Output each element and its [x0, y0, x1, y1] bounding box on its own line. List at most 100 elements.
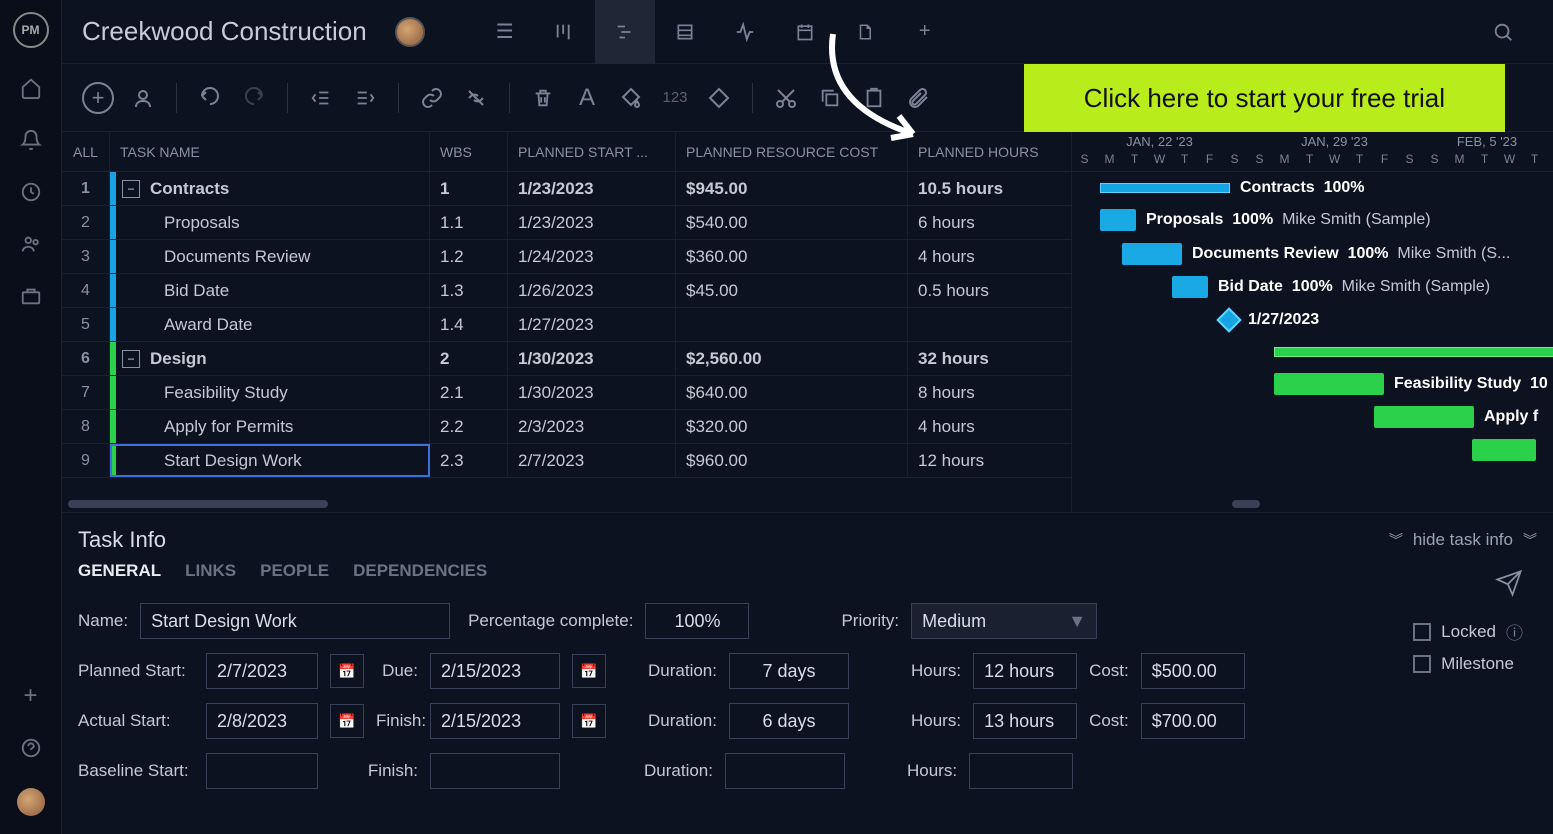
clock-icon[interactable]	[19, 180, 43, 204]
number-icon[interactable]: 123	[660, 83, 690, 113]
milestone-checkbox[interactable]: Milestone	[1413, 654, 1523, 674]
undo-icon[interactable]	[195, 83, 225, 113]
task-grid: ALL TASK NAME WBS PLANNED START ... PLAN…	[62, 132, 1072, 512]
gantt-bar[interactable]: Bid Date 100% Mike Smith (Sample)	[1172, 275, 1490, 299]
baseline-start-input[interactable]	[206, 753, 318, 789]
milestone-icon[interactable]	[704, 83, 734, 113]
add-view-icon[interactable]: +	[895, 0, 955, 64]
gantt-view-icon[interactable]	[595, 0, 655, 64]
file-view-icon[interactable]	[835, 0, 895, 64]
list-view-icon[interactable]: ☰	[475, 0, 535, 64]
grid-scrollbar[interactable]	[62, 496, 1071, 512]
attachment-icon[interactable]	[903, 83, 933, 113]
duration-planned-input[interactable]	[729, 653, 849, 689]
board-view-icon[interactable]	[535, 0, 595, 64]
tab-dependencies[interactable]: DEPENDENCIES	[353, 561, 487, 581]
fill-icon[interactable]	[616, 83, 646, 113]
tab-links[interactable]: LINKS	[185, 561, 236, 581]
gantt-scrollbar[interactable]	[1072, 496, 1553, 512]
table-row[interactable]: 3Documents Review1.21/24/2023$360.004 ho…	[62, 240, 1071, 274]
baseline-finish-input[interactable]	[430, 753, 560, 789]
help-icon[interactable]	[19, 736, 43, 760]
project-owner-avatar[interactable]	[395, 17, 425, 47]
table-row[interactable]: 1−Contracts11/23/2023$945.0010.5 hours	[62, 172, 1071, 206]
table-row[interactable]: 6−Design21/30/2023$2,560.0032 hours	[62, 342, 1071, 376]
gantt-bar[interactable]: Contracts 100%	[1100, 176, 1365, 200]
bell-icon[interactable]	[19, 128, 43, 152]
hours-actual-input[interactable]	[973, 703, 1077, 739]
people-icon[interactable]	[19, 232, 43, 256]
duration-actual-input[interactable]	[729, 703, 849, 739]
home-icon[interactable]	[19, 76, 43, 100]
calendar-icon[interactable]: 📅	[572, 654, 606, 688]
hide-task-info-button[interactable]: ︾ hide task info ︾	[1389, 530, 1537, 550]
user-avatar[interactable]	[17, 788, 45, 816]
finish-input[interactable]	[430, 703, 560, 739]
calendar-icon[interactable]: 📅	[330, 654, 364, 688]
link-icon[interactable]	[417, 83, 447, 113]
col-hours[interactable]: PLANNED HOURS	[908, 132, 1070, 171]
plus-icon[interactable]: +	[19, 684, 43, 708]
baseline-hours-input[interactable]	[969, 753, 1073, 789]
baseline-start-label: Baseline Start:	[78, 761, 194, 781]
locked-checkbox[interactable]: Locked ⓘ	[1413, 619, 1523, 644]
col-name[interactable]: TASK NAME	[110, 132, 430, 171]
actual-start-input[interactable]	[206, 703, 318, 739]
cost-actual-input[interactable]	[1141, 703, 1245, 739]
outdent-icon[interactable]	[306, 83, 336, 113]
cut-icon[interactable]	[771, 83, 801, 113]
gantt-bar[interactable]: 1/27/2023	[1220, 308, 1319, 332]
unlink-icon[interactable]	[461, 83, 491, 113]
table-row[interactable]: 2Proposals1.11/23/2023$540.006 hours	[62, 206, 1071, 240]
gantt-bar[interactable]: Proposals 100% Mike Smith (Sample)	[1100, 208, 1431, 232]
col-wbs[interactable]: WBS	[430, 132, 508, 171]
table-row[interactable]: 7Feasibility Study2.11/30/2023$640.008 h…	[62, 376, 1071, 410]
planned-start-input[interactable]	[206, 653, 318, 689]
calendar-icon[interactable]: 📅	[572, 704, 606, 738]
priority-select[interactable]: Medium▼	[911, 603, 1097, 639]
table-row[interactable]: 8Apply for Permits2.22/3/2023$320.004 ho…	[62, 410, 1071, 444]
tab-general[interactable]: GENERAL	[78, 561, 161, 581]
calendar-view-icon[interactable]	[775, 0, 835, 64]
paste-icon[interactable]	[859, 83, 889, 113]
cta-banner[interactable]: Click here to start your free trial	[1024, 64, 1505, 132]
add-task-button[interactable]: +	[82, 82, 114, 114]
gantt-bar[interactable]	[1274, 340, 1553, 364]
timeline-day: T	[1522, 152, 1547, 172]
timeline-day: S	[1397, 152, 1422, 172]
col-cost[interactable]: PLANNED RESOURCE COST	[676, 132, 908, 171]
cost-planned-input[interactable]	[1141, 653, 1245, 689]
send-icon[interactable]	[1495, 569, 1523, 604]
gantt-bar[interactable]: Documents Review 100% Mike Smith (S...	[1122, 242, 1510, 266]
timeline-week: JAN, 22 '23	[1072, 132, 1247, 152]
hours-planned-input[interactable]	[973, 653, 1077, 689]
search-icon[interactable]	[1473, 0, 1533, 64]
app-logo[interactable]: PM	[13, 12, 49, 48]
text-icon[interactable]: A	[572, 83, 602, 113]
delete-icon[interactable]	[528, 83, 558, 113]
table-row[interactable]: 9Start Design Work2.32/7/2023$960.0012 h…	[62, 444, 1071, 478]
due-input[interactable]	[430, 653, 560, 689]
pct-input[interactable]	[645, 603, 749, 639]
col-all[interactable]: ALL	[62, 132, 110, 171]
copy-icon[interactable]	[815, 83, 845, 113]
calendar-icon[interactable]: 📅	[330, 704, 364, 738]
redo-icon[interactable]	[239, 83, 269, 113]
indent-icon[interactable]	[350, 83, 380, 113]
baseline-duration-input[interactable]	[725, 753, 845, 789]
gantt-bar[interactable]	[1472, 438, 1536, 462]
activity-view-icon[interactable]	[715, 0, 775, 64]
name-input[interactable]	[140, 603, 450, 639]
table-row[interactable]: 5Award Date1.41/27/2023	[62, 308, 1071, 342]
timeline-day: T	[1297, 152, 1322, 172]
timeline-day: S	[1247, 152, 1272, 172]
col-start[interactable]: PLANNED START ...	[508, 132, 676, 171]
table-row[interactable]: 4Bid Date1.31/26/2023$45.000.5 hours	[62, 274, 1071, 308]
gantt-bar[interactable]: Apply f	[1374, 405, 1538, 429]
tab-people[interactable]: PEOPLE	[260, 561, 329, 581]
assign-icon[interactable]	[128, 83, 158, 113]
sheet-view-icon[interactable]	[655, 0, 715, 64]
briefcase-icon[interactable]	[19, 284, 43, 308]
timeline-day: M	[1447, 152, 1472, 172]
gantt-bar[interactable]: Feasibility Study 10	[1274, 372, 1548, 396]
